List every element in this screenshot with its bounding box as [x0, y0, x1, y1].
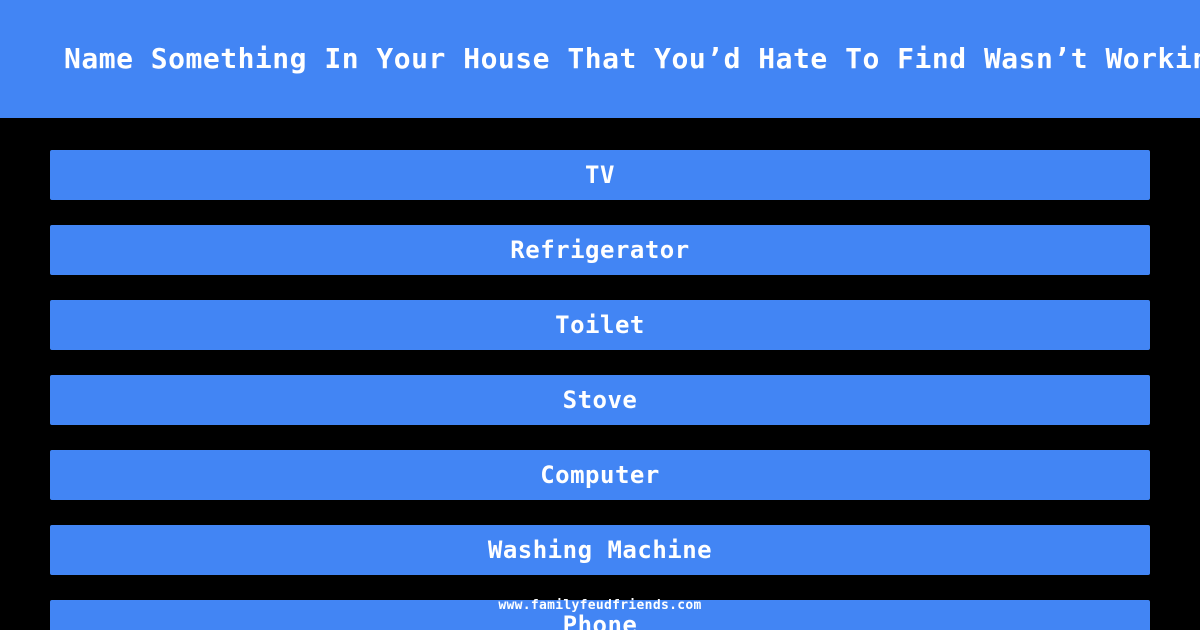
answer-row[interactable]: Phone: [50, 600, 1150, 630]
answer-label: Refrigerator: [510, 236, 690, 264]
answer-label: Phone: [562, 611, 638, 630]
answer-row[interactable]: Computer: [50, 450, 1150, 500]
answer-list: TV Refrigerator Toilet Stove Computer Washing…: [0, 118, 1200, 630]
answer-label: Stove: [562, 386, 638, 414]
header-banner: Name Something In Your House That You’d …: [0, 0, 1200, 118]
answer-row[interactable]: Washing Machine: [50, 525, 1150, 575]
question-title: Name Something In Your House That You’d …: [64, 41, 1200, 75]
answer-row[interactable]: Refrigerator: [50, 225, 1150, 275]
answer-row[interactable]: Stove: [50, 375, 1150, 425]
answer-row[interactable]: Toilet: [50, 300, 1150, 350]
answer-row[interactable]: TV: [50, 150, 1150, 200]
answer-label: Washing Machine: [487, 536, 713, 564]
page-root: Name Something In Your House That You’d …: [0, 0, 1200, 630]
answer-label: TV: [585, 161, 615, 189]
answer-label: Computer: [540, 461, 660, 489]
answer-label: Toilet: [555, 311, 645, 339]
